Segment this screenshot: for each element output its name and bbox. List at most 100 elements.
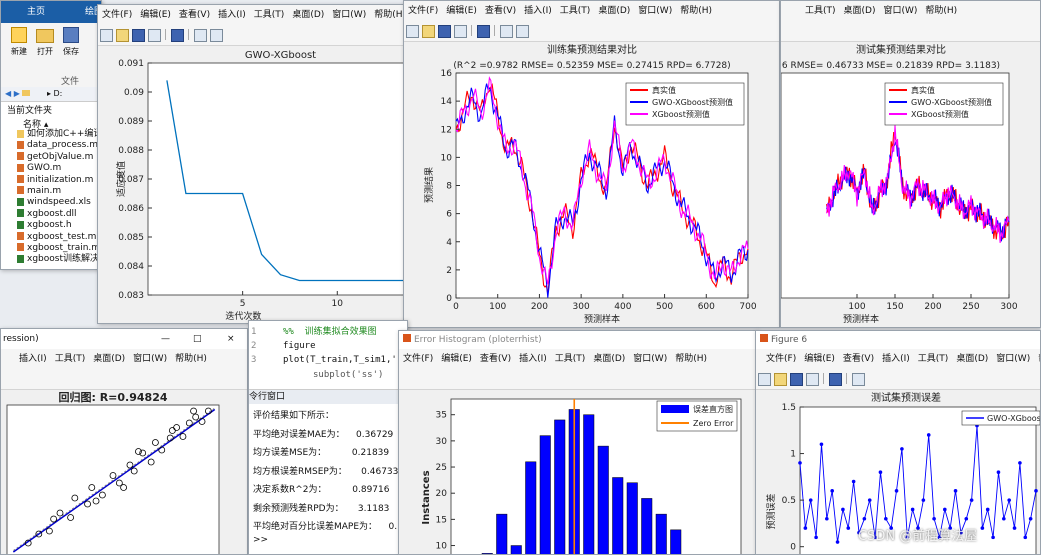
file-list-item[interactable]: xgboost_test.m <box>9 232 101 243</box>
forward-arrow-icon[interactable]: ▶ <box>14 89 20 98</box>
y-tick-label: 0.091 <box>118 59 144 69</box>
menu-item[interactable]: 编辑(E) <box>442 1 481 21</box>
menu-item[interactable]: 桌面(D) <box>589 349 629 369</box>
link-plot-icon[interactable] <box>829 373 842 386</box>
menu-item[interactable]: 桌面(D) <box>952 349 992 369</box>
insert-legend-icon[interactable] <box>210 29 223 42</box>
output-line: 均方误差MSE为： 0.21839 <box>253 448 390 458</box>
insert-colorbar-icon[interactable] <box>194 29 207 42</box>
link-plot-icon[interactable] <box>171 29 184 42</box>
file-list-item[interactable]: 如何添加C++编译器 <box>9 129 101 140</box>
histogram-bar <box>539 435 551 554</box>
new-figure-icon[interactable] <box>406 25 419 38</box>
menu-item[interactable]: 桌面(D) <box>840 1 880 21</box>
figure-test-toolbar <box>781 21 1040 42</box>
save-figure-icon[interactable] <box>790 373 803 386</box>
file-list-item[interactable]: getObjValue.m <box>9 152 101 163</box>
file-list-item[interactable]: windspeed.xls <box>9 197 101 208</box>
menu-item[interactable]: 窗口(W) <box>992 349 1034 369</box>
path-label[interactable]: ▸ D: <box>47 89 62 98</box>
file-list-item[interactable]: GWO.m <box>9 163 101 174</box>
data-marker <box>846 526 851 530</box>
minimize-button[interactable]: — <box>161 329 170 349</box>
menu-item[interactable]: 窗口(W) <box>879 1 921 21</box>
menu-item[interactable]: 工具(T) <box>51 349 90 369</box>
back-arrow-icon[interactable]: ◀ <box>5 89 11 98</box>
print-icon[interactable] <box>148 29 161 42</box>
file-list-item[interactable]: main.m <box>9 186 101 197</box>
open-button[interactable]: 打开 <box>35 27 55 57</box>
menu-item[interactable]: 编辑(E) <box>437 349 476 369</box>
menu-item[interactable]: 帮助(H) <box>671 349 711 369</box>
file-list-item[interactable]: xgboost.h <box>9 220 101 231</box>
data-marker <box>1002 516 1006 521</box>
figure-convergence-menubar: 文件(F) 编辑(E) 查看(V) 插入(I) 工具(T) 桌面(D) 窗口(W) 帮助(H) <box>98 5 416 25</box>
menu-item[interactable]: 文件(F) <box>98 5 136 25</box>
menu-item[interactable]: 编辑(E) <box>136 5 175 25</box>
legend-label: XGboost预测值 <box>911 109 969 119</box>
menu-item[interactable]: 插入(I) <box>214 5 250 25</box>
file-list-item[interactable]: xgboost.dll <box>9 209 101 220</box>
file-list-item[interactable]: data_process.m <box>9 140 101 151</box>
save-figure-icon[interactable] <box>438 25 451 38</box>
data-marker <box>964 516 969 521</box>
new-figure-icon[interactable] <box>100 29 113 42</box>
menu-item[interactable]: 帮助(H) <box>171 349 211 369</box>
menu-item[interactable]: 文件(F) <box>399 349 437 369</box>
menu-item[interactable]: 插入(I) <box>15 349 51 369</box>
file-list-item[interactable]: initialization.m <box>9 175 101 186</box>
print-icon[interactable] <box>454 25 467 38</box>
data-marker <box>798 461 802 465</box>
menu-item[interactable]: 工具(T) <box>250 5 289 25</box>
editor-cut-line: subplot('ss') <box>313 370 384 380</box>
link-plot-icon[interactable] <box>477 25 490 38</box>
menu-item[interactable]: 编辑(E) <box>800 349 839 369</box>
menu-item[interactable]: 查看(V) <box>175 5 214 25</box>
menu-item[interactable]: 插入(I) <box>520 1 556 21</box>
menu-item[interactable]: 帮助(H) <box>676 1 716 21</box>
menu-item[interactable]: 工具(T) <box>801 1 840 21</box>
open-file-icon[interactable] <box>422 25 435 38</box>
menu-item[interactable]: 桌面(D) <box>288 5 328 25</box>
insert-legend-icon[interactable] <box>516 25 529 38</box>
menu-item[interactable]: 工具(T) <box>914 349 953 369</box>
insert-colorbar-icon[interactable] <box>500 25 513 38</box>
menu-item[interactable]: 文件(F) <box>404 1 442 21</box>
menu-item[interactable]: 工具(T) <box>556 1 595 21</box>
insert-colorbar-icon[interactable] <box>852 373 865 386</box>
file-list-item[interactable]: xgboost训练解决 <box>9 254 101 265</box>
open-file-icon[interactable] <box>774 373 787 386</box>
menu-item[interactable]: 桌面(D) <box>89 349 129 369</box>
new-button[interactable]: 新建 <box>9 27 29 57</box>
figure6-toolbar <box>756 369 1040 390</box>
chart-subtitle: 6 RMSE= 0.46733 MSE= 0.21839 RPD= 3.1183… <box>782 61 1000 71</box>
print-icon[interactable] <box>806 373 819 386</box>
menu-item[interactable]: 窗口(W) <box>629 349 671 369</box>
menu-item[interactable]: 插入(I) <box>515 349 551 369</box>
x-tick-label: 600 <box>698 302 715 312</box>
menu-item[interactable]: 查看(V) <box>481 1 520 21</box>
menu-item[interactable]: 窗口(W) <box>634 1 676 21</box>
command-prompt[interactable]: >> <box>253 535 268 545</box>
menu-item[interactable]: 帮助(H) <box>1034 349 1040 369</box>
menu-item[interactable]: 插入(I) <box>878 349 914 369</box>
toolbar-separator <box>165 29 166 40</box>
open-file-icon[interactable] <box>116 29 129 42</box>
menu-item[interactable]: 文件(F) <box>762 349 800 369</box>
close-button[interactable]: × <box>227 329 235 349</box>
menu-item[interactable]: 帮助(H) <box>921 1 961 21</box>
save-button[interactable]: 保存 <box>61 27 81 57</box>
menu-item[interactable]: 查看(V) <box>839 349 878 369</box>
menu-item[interactable]: 窗口(W) <box>328 5 370 25</box>
figure6-titlebar: Figure 6 <box>756 331 1040 349</box>
new-figure-icon[interactable] <box>758 373 771 386</box>
menu-item[interactable]: 工具(T) <box>551 349 590 369</box>
menu-item[interactable]: 窗口(W) <box>129 349 171 369</box>
tab-home[interactable]: 主页 <box>27 1 45 23</box>
save-figure-icon[interactable] <box>132 29 145 42</box>
menu-item[interactable]: 桌面(D) <box>594 1 634 21</box>
histogram-bar <box>626 482 638 554</box>
maximize-button[interactable]: □ <box>193 329 202 349</box>
menu-item[interactable]: 查看(V) <box>476 349 515 369</box>
file-list-item[interactable]: xgboost_train.m <box>9 243 101 254</box>
